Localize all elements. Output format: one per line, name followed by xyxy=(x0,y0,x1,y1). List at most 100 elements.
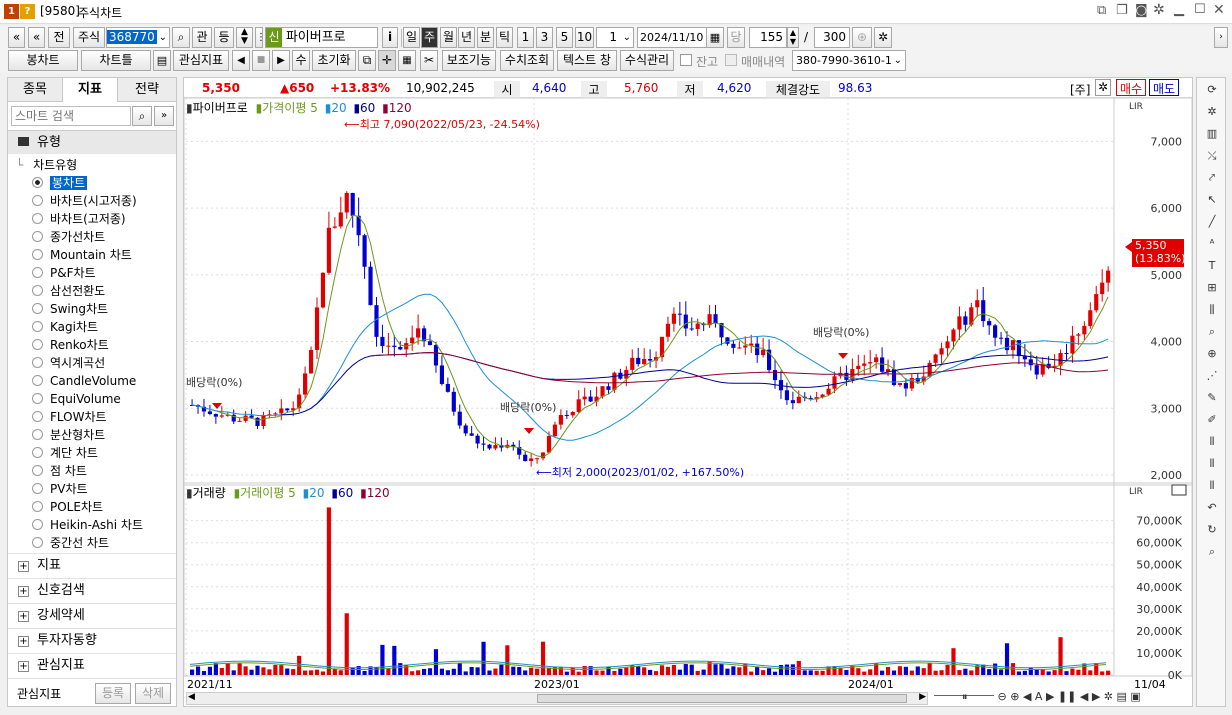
market-select[interactable]: 주식 xyxy=(73,27,105,48)
radio-icon[interactable] xyxy=(32,375,43,386)
chart-type-option[interactable]: 삼선전환도 xyxy=(32,282,105,300)
maximize-icon[interactable]: ☐ xyxy=(1194,2,1206,17)
scroll-right-icon[interactable]: ▶ xyxy=(919,692,926,702)
radio-icon[interactable] xyxy=(32,447,43,458)
bar-chart-icon[interactable]: ▥ xyxy=(1203,126,1221,142)
menu-dots-icon[interactable]: ⋮ xyxy=(255,27,266,48)
radio-icon[interactable] xyxy=(32,519,43,530)
watch-button[interactable]: 관 xyxy=(192,27,212,48)
minimize-icon[interactable]: ▁ xyxy=(1174,2,1184,17)
grid-icon[interactable]: ▦ xyxy=(398,50,416,71)
indicator-group[interactable]: + 강세약세 xyxy=(8,603,176,627)
radio-icon[interactable] xyxy=(32,285,43,296)
columns-icon[interactable]: ⦀ xyxy=(1203,478,1221,494)
period-tab[interactable]: 년 xyxy=(458,27,475,48)
next-icon[interactable]: ▶ xyxy=(272,50,290,71)
chart-type-option[interactable]: 역시계곡선 xyxy=(32,354,105,372)
chart-type-option[interactable]: 분산형차트 xyxy=(32,426,105,444)
reset-button[interactable]: 초기화 xyxy=(312,50,356,71)
radio-icon[interactable] xyxy=(32,483,43,494)
period-tab[interactable]: 분 xyxy=(477,27,494,48)
first-button[interactable]: « xyxy=(8,27,25,48)
minute-tab[interactable]: 1 xyxy=(517,27,534,48)
radio-icon[interactable] xyxy=(32,339,43,350)
all-button[interactable]: 전 xyxy=(48,27,70,48)
chart-type-option[interactable]: Heikin-Ashi 차트 xyxy=(32,516,143,534)
font-icon[interactable]: A xyxy=(1035,690,1043,703)
minute-select[interactable]: 1 ⌄ xyxy=(596,27,634,48)
zoom-in-icon[interactable]: ⊕ xyxy=(1010,690,1019,703)
chart-type-option[interactable]: 바차트(시고저종) xyxy=(32,192,137,210)
stop-icon[interactable]: ■ xyxy=(252,50,270,71)
expand-plus-icon[interactable]: + xyxy=(18,561,29,572)
settings-icon[interactable]: ✲ xyxy=(1153,2,1165,18)
scroll-left-icon[interactable]: ◀ xyxy=(1023,690,1031,703)
candle-icon[interactable]: ⫼ xyxy=(1203,302,1221,318)
help-icon[interactable]: ? xyxy=(20,4,35,19)
scissors-icon[interactable]: ✂ xyxy=(420,50,438,71)
calendar-icon[interactable]: ▦ xyxy=(706,27,724,48)
radio-icon[interactable] xyxy=(32,249,43,260)
minute-tab[interactable]: 5 xyxy=(556,27,573,48)
draw-icon[interactable]: ↖ xyxy=(1203,192,1221,208)
chart-type-option[interactable]: 종가선차트 xyxy=(32,228,105,246)
next-icon[interactable]: ▶ xyxy=(1092,690,1100,703)
radio-icon[interactable] xyxy=(32,303,43,314)
radio-icon[interactable] xyxy=(32,231,43,242)
brush-icon[interactable]: ✐ xyxy=(1203,412,1221,428)
trend-icon[interactable]: ⤯ xyxy=(1203,148,1221,164)
chart-type-option[interactable]: 점 차트 xyxy=(32,462,87,480)
camera-icon[interactable]: ◙ xyxy=(1135,3,1148,18)
chart-type-option[interactable]: Mountain 차트 xyxy=(32,246,132,264)
chart-type-option[interactable]: 계단 차트 xyxy=(32,444,98,462)
count-stepper[interactable]: ▲ ▼ xyxy=(787,27,799,48)
period-tab[interactable]: 일 xyxy=(403,27,420,48)
radio-icon[interactable] xyxy=(32,321,43,332)
minute-tab[interactable]: 10 xyxy=(575,27,594,48)
search-icon[interactable]: ⌕ xyxy=(172,27,190,48)
save-icon[interactable]: ▤ xyxy=(1117,690,1127,703)
today-button[interactable]: 당 xyxy=(727,27,745,48)
radio-icon[interactable] xyxy=(32,537,43,548)
period-tab[interactable]: 틱 xyxy=(496,27,513,48)
scroll-thumb[interactable] xyxy=(537,694,907,703)
zoom-in-icon[interactable]: ⊕ xyxy=(852,27,872,48)
stock-name-field[interactable]: 신 파이버프로 xyxy=(265,27,378,48)
chart-frame-button[interactable]: 차트틀 xyxy=(81,50,151,71)
chart-type-option[interactable]: CandleVolume xyxy=(32,372,136,390)
zoom-out-icon[interactable]: ⊖ xyxy=(998,690,1007,703)
expand-plus-icon[interactable]: + xyxy=(18,611,29,622)
value-query-button[interactable]: 수치조회 xyxy=(500,50,554,71)
pattern-icon[interactable]: ⋰ xyxy=(1203,368,1221,384)
expand-plus-icon[interactable]: + xyxy=(18,661,29,672)
radio-icon[interactable] xyxy=(32,177,43,188)
chart-type-option[interactable]: POLE차트 xyxy=(32,498,103,516)
refresh-icon[interactable]: ⟳ xyxy=(1203,82,1221,98)
window-icon[interactable]: ⧉ xyxy=(358,50,376,71)
chevron-down-icon[interactable]: ⌄ xyxy=(894,51,902,70)
radio-icon[interactable] xyxy=(32,195,43,206)
chart-type-button[interactable]: 봉차트 xyxy=(8,50,78,71)
su-button[interactable]: 수 xyxy=(292,50,310,71)
text-icon[interactable]: T xyxy=(1203,258,1221,274)
interest-indicator-button[interactable]: 관심지표 xyxy=(173,50,229,71)
chart-type-option[interactable]: Swing차트 xyxy=(32,300,108,318)
horizontal-scrollbar[interactable]: ◀ ▶ xyxy=(186,692,928,705)
radio-icon[interactable] xyxy=(32,411,43,422)
pen-icon[interactable]: ✎ xyxy=(1203,390,1221,406)
close-icon[interactable]: ✕ xyxy=(1213,2,1225,18)
stock-code-input[interactable]: 368770 ⌄ xyxy=(106,27,170,48)
text-window-button[interactable]: 텍스트 창 xyxy=(557,50,617,71)
max-count-input[interactable]: 300 xyxy=(814,27,850,48)
tab-strategy[interactable]: 전략 xyxy=(118,78,176,102)
prev-icon[interactable]: ◀ xyxy=(1080,690,1088,703)
trades-checkbox[interactable] xyxy=(725,54,737,66)
pause-icon[interactable]: ❚❚ xyxy=(1058,690,1076,703)
account-select[interactable]: 380-7990-3610-1 ⌄ xyxy=(792,50,906,71)
settings-icon[interactable]: ✲ xyxy=(1203,104,1221,120)
tab-indicators[interactable]: 지표 xyxy=(63,78,118,102)
radio-icon[interactable] xyxy=(32,267,43,278)
radio-icon[interactable] xyxy=(32,465,43,476)
search-icon[interactable]: ⌕ xyxy=(1203,544,1221,560)
search-icon[interactable]: ⌕ xyxy=(132,106,152,126)
